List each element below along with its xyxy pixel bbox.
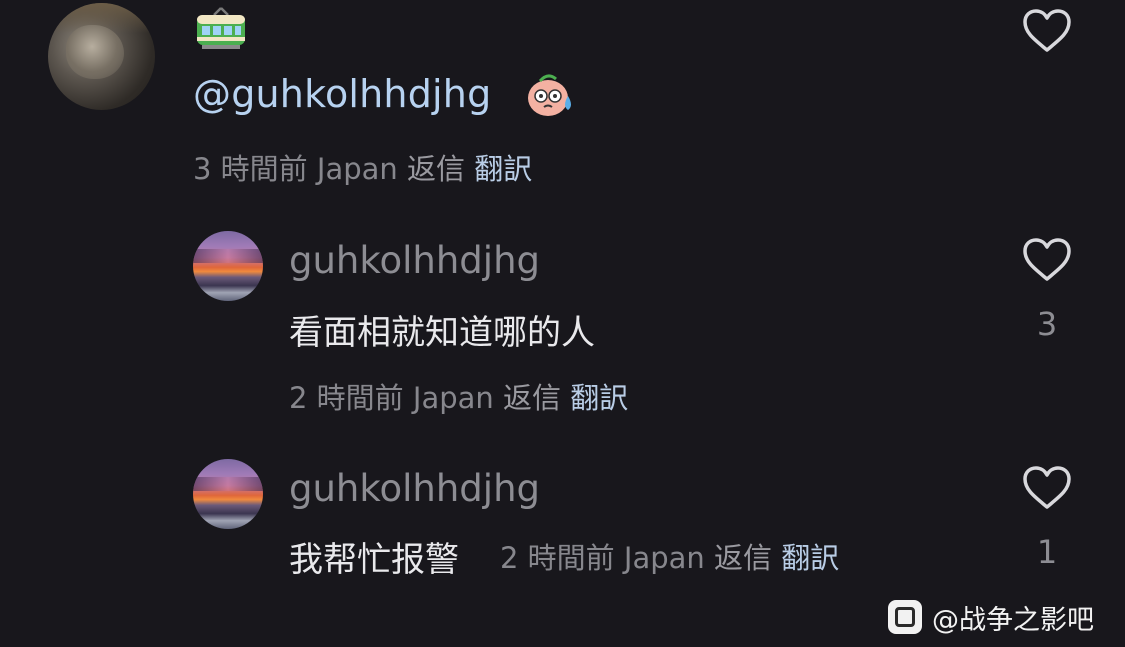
translate-button[interactable]: 翻訳 <box>570 381 628 415</box>
reply-time: 2 時間前 <box>500 541 615 575</box>
like-count: 3 <box>1036 305 1058 343</box>
watermark-text: @战争之影吧 <box>932 604 1094 636</box>
reply-region: Japan <box>412 381 494 415</box>
tieba-logo-icon <box>888 600 922 634</box>
avatar-sunset-cloud <box>193 477 263 491</box>
translate-button[interactable]: 翻訳 <box>474 152 532 186</box>
comment-author-avatar[interactable] <box>48 3 155 110</box>
reply-time: 2 時間前 <box>289 381 404 415</box>
reply-author-avatar[interactable] <box>193 459 263 529</box>
avatar-photo-subject <box>66 25 124 79</box>
translate-button[interactable]: 翻訳 <box>781 541 839 575</box>
comment-time: 3 時間前 <box>193 152 308 186</box>
reply-meta: 2 時間前 Japan 返信 翻訳 <box>289 375 628 417</box>
reply-button[interactable]: 返信 <box>714 541 772 575</box>
reply-region: Japan <box>623 541 705 575</box>
reply-button[interactable]: 返信 <box>407 152 465 186</box>
reply-text: 看面相就知道哪的人 <box>289 313 595 353</box>
heart-icon[interactable] <box>1021 237 1073 283</box>
heart-icon[interactable] <box>1021 8 1073 54</box>
comment-region: Japan <box>316 152 398 186</box>
reply-text: 我帮忙报警 <box>289 540 459 580</box>
like-count: 1 <box>1036 533 1058 571</box>
watermark: @战争之影吧 <box>888 598 1094 636</box>
reply-username[interactable]: guhkolhhdjhg <box>289 239 540 282</box>
sweating-face-emoji <box>528 74 571 116</box>
heart-icon[interactable] <box>1021 465 1073 511</box>
reply-author-avatar[interactable] <box>193 231 263 301</box>
avatar-sunset-cloud <box>193 249 263 263</box>
reply-meta: 2 時間前 Japan 返信 翻訳 <box>500 535 839 577</box>
tram-emoji <box>197 7 245 49</box>
comment-meta: 3 時間前 Japan 返信 翻訳 <box>193 146 532 188</box>
reply-username[interactable]: guhkolhhdjhg <box>289 467 540 510</box>
comment-thread: @guhkolhhdjhg 3 時間前 Japan 返信 翻訳 guhkolhh… <box>0 0 1125 647</box>
reply-button[interactable]: 返信 <box>503 381 561 415</box>
comment-mention-text[interactable]: @guhkolhhdjhg <box>193 72 491 116</box>
